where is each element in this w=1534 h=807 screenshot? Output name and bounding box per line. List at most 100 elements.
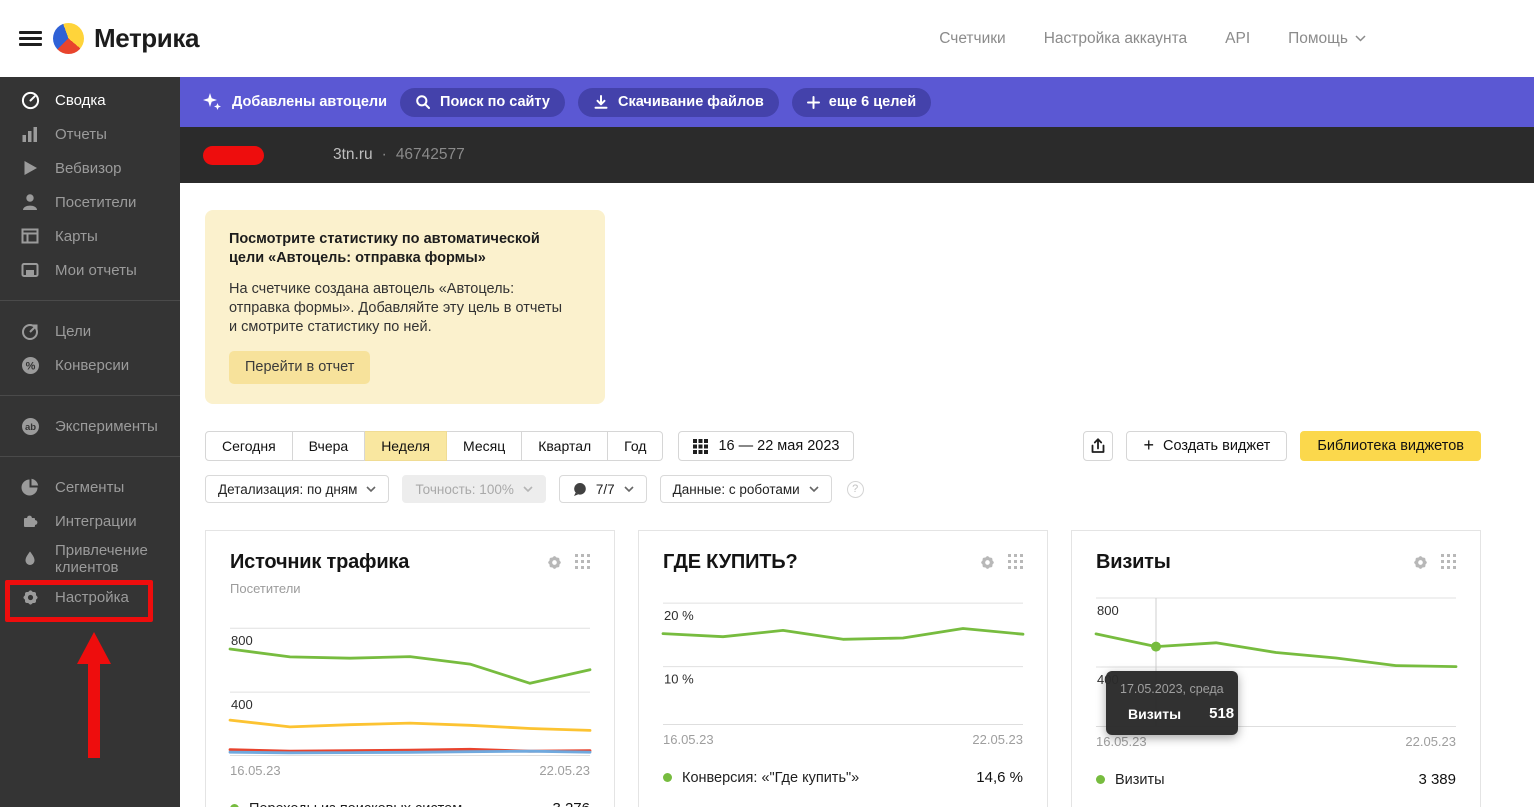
speedometer-icon [20, 91, 40, 110]
sidebar-item-visitors[interactable]: Посетители [0, 185, 180, 219]
main-content: Посмотрите статистику по автоматической … [180, 183, 1534, 807]
date-range-button[interactable]: 16 — 22 мая 2023 [678, 431, 854, 461]
svg-text:10 %: 10 % [664, 672, 694, 687]
sidebar-item-acquisition[interactable]: Привлечение клиентов [0, 538, 170, 580]
widget-title: Источник трафика [230, 551, 409, 574]
create-widget-button[interactable]: + Создать виджет [1126, 431, 1287, 461]
sidebar-item-reports[interactable]: Отчеты [0, 117, 180, 151]
counter-info-bar: 3tn.ru · 46742577 [180, 127, 1534, 183]
sidebar: Сводка Отчеты Вебвизор Посетители Карты … [0, 77, 180, 807]
bar-chart-icon [20, 125, 40, 143]
accuracy-dropdown[interactable]: Точность: 100% [402, 475, 545, 503]
sidebar-item-maps[interactable]: Карты [0, 219, 180, 253]
svg-text:20 %: 20 % [664, 608, 694, 623]
svg-text:%: % [25, 360, 35, 372]
sidebar-item-summary[interactable]: Сводка [0, 83, 180, 117]
play-icon [20, 159, 40, 177]
tab-week[interactable]: Неделя [365, 431, 447, 461]
pie-chart-icon [20, 478, 40, 496]
sidebar-item-integrations[interactable]: Интеграции [0, 504, 180, 538]
x-axis-labels: 16.05.2322.05.23 [1096, 734, 1456, 749]
sidebar-divider [0, 395, 180, 396]
nav-account-settings[interactable]: Настройка аккаунта [1044, 30, 1187, 48]
site-domain[interactable]: 3tn.ru [333, 146, 373, 164]
tab-month[interactable]: Месяц [447, 431, 522, 461]
puzzle-icon [20, 512, 40, 530]
chevron-down-icon [809, 486, 819, 492]
widget-settings-gear-icon[interactable] [546, 554, 563, 571]
widget-subtitle: Посетители [230, 581, 590, 596]
widget-drag-handle-icon[interactable] [1441, 554, 1456, 571]
sidebar-divider [0, 300, 180, 301]
gear-icon [20, 588, 40, 607]
nav-counters[interactable]: Счетчики [939, 30, 1005, 48]
help-icon[interactable]: ? [847, 481, 864, 498]
widget-drag-handle-icon[interactable] [575, 554, 590, 571]
chevron-down-icon [523, 486, 533, 492]
sidebar-item-segments[interactable]: Сегменты [0, 470, 180, 504]
goal-pill-file-download[interactable]: Скачивание файлов [578, 88, 779, 117]
export-button[interactable] [1083, 431, 1113, 461]
sidebar-item-webvisor[interactable]: Вебвизор [0, 151, 180, 185]
chevron-down-icon [624, 486, 634, 492]
annotations-dropdown[interactable]: 7/7 [559, 475, 647, 503]
metrica-logo[interactable]: Метрика [53, 23, 199, 54]
app-title: Метрика [94, 23, 199, 54]
metrica-logo-icon [53, 23, 84, 54]
legend-value: 3 276 [552, 800, 590, 807]
percent-icon: % [20, 356, 40, 375]
line-chart[interactable]: 800400 [230, 621, 590, 756]
legend-row[interactable]: Конверсия: «"Где купить"» 14,6 % [663, 769, 1023, 786]
goal-pill-more-goals[interactable]: еще 6 целей [792, 88, 931, 117]
period-tabs: Сегодня Вчера Неделя Месяц Квартал Год [205, 431, 663, 461]
widget-settings-gear-icon[interactable] [979, 554, 996, 571]
search-icon [415, 94, 431, 110]
notice-body: На счетчике создана автоцель «Автоцель: … [229, 280, 564, 337]
notice-title: Посмотрите статистику по автоматической … [229, 230, 574, 268]
calendar-grid-icon [693, 439, 708, 454]
sidebar-item-experiments[interactable]: ab Эксперименты [0, 409, 180, 443]
comment-bubble-icon [572, 482, 587, 497]
top-nav: Счетчики Настройка аккаунта API Помощь [939, 30, 1366, 48]
share-export-icon [1089, 437, 1107, 455]
tab-quarter[interactable]: Квартал [522, 431, 608, 461]
period-controls-row: Сегодня Вчера Неделя Месяц Квартал Год 1… [205, 431, 1534, 461]
svg-text:800: 800 [231, 633, 253, 648]
layout-icon [20, 227, 40, 245]
plus-icon: + [1143, 436, 1154, 454]
legend-row[interactable]: Переходы из поисковых систем 3 276 [230, 800, 590, 807]
widget-drag-handle-icon[interactable] [1008, 554, 1023, 571]
autogoal-notice-card: Посмотрите статистику по автоматической … [205, 210, 605, 404]
tab-year[interactable]: Год [608, 431, 663, 461]
hamburger-menu-icon[interactable] [19, 28, 42, 49]
nav-help[interactable]: Помощь [1288, 30, 1366, 48]
tab-today[interactable]: Сегодня [205, 431, 293, 461]
tooltip-series-name: Визиты [1128, 706, 1181, 722]
ab-test-icon: ab [20, 417, 40, 436]
x-axis-labels: 16.05.2322.05.23 [230, 763, 590, 778]
separator-dot: · [382, 146, 387, 164]
line-chart[interactable]: 20 % 10 % [663, 598, 1023, 725]
sidebar-item-conversions[interactable]: % Конверсии [0, 348, 180, 382]
tooltip-value: 518 [1209, 705, 1234, 722]
sidebar-item-my-reports[interactable]: Мои отчеты [0, 253, 180, 287]
autogoals-added-label: Добавлены автоцели [202, 92, 387, 112]
widget-title: Визиты [1096, 551, 1171, 574]
go-to-report-button[interactable]: Перейти в отчет [229, 351, 370, 384]
goal-pill-site-search[interactable]: Поиск по сайту [400, 88, 565, 117]
monitor-icon [20, 261, 40, 279]
widget-settings-gear-icon[interactable] [1412, 554, 1429, 571]
sidebar-item-goals[interactable]: Цели [0, 314, 180, 348]
legend-row[interactable]: Визиты 3 389 [1096, 771, 1456, 788]
person-icon [20, 193, 40, 211]
legend-label: Визиты [1115, 772, 1165, 788]
detalization-dropdown[interactable]: Детализация: по дням [205, 475, 389, 503]
tab-yesterday[interactable]: Вчера [293, 431, 366, 461]
sidebar-divider [0, 456, 180, 457]
data-robots-dropdown[interactable]: Данные: с роботами [660, 475, 832, 503]
widget-traffic-source: Источник трафика Посетители 800400 16.05… [205, 530, 615, 807]
chevron-down-icon [366, 486, 376, 492]
widget-library-button[interactable]: Библиотека виджетов [1300, 431, 1481, 461]
sidebar-item-settings[interactable]: Настройка [0, 580, 180, 614]
nav-api[interactable]: API [1225, 30, 1250, 48]
